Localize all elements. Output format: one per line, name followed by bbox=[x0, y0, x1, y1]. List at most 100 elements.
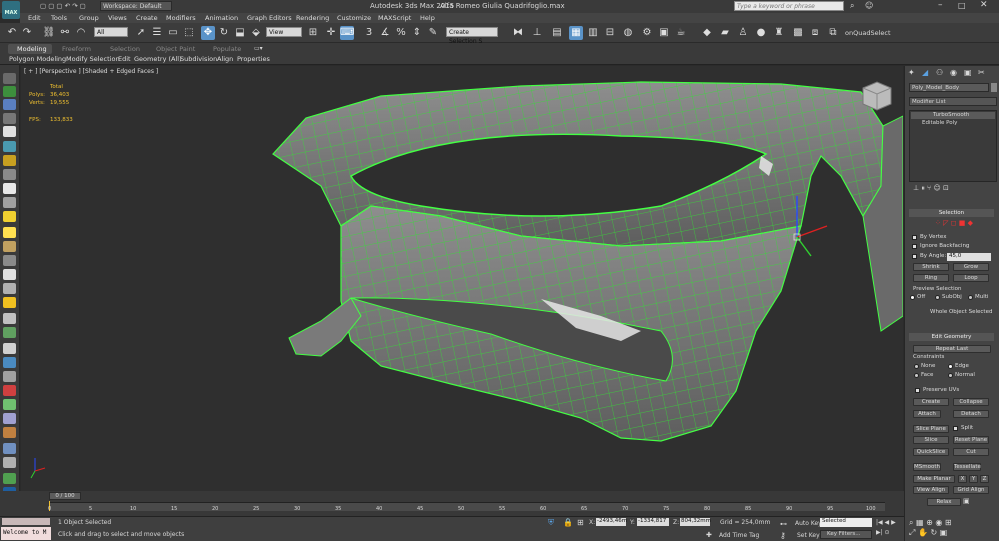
modify-panel-icon[interactable]: ◢ bbox=[922, 68, 928, 77]
menu-modifiers[interactable]: Modifiers bbox=[166, 14, 196, 22]
perspective-viewport[interactable]: [ + ] [Perspective ] [Shaded + Edged Fac… bbox=[21, 66, 903, 491]
tab-freeform[interactable]: Freeform bbox=[62, 45, 91, 53]
bind-space-warp-icon[interactable]: ◠ bbox=[74, 26, 88, 40]
tool-15-icon[interactable] bbox=[3, 269, 16, 280]
set-key-icon[interactable]: ⚷ bbox=[780, 531, 786, 540]
constraint-normal-radio[interactable] bbox=[948, 373, 953, 378]
tab-selection[interactable]: Selection bbox=[110, 45, 140, 53]
stack-item-editable-poly-label[interactable]: Editable Poly bbox=[922, 120, 957, 126]
sphere-icon[interactable]: ● bbox=[754, 26, 768, 40]
mirror-icon[interactable]: ⧓ bbox=[511, 26, 525, 40]
maxscript-mini[interactable] bbox=[2, 518, 50, 525]
menu-rendering[interactable]: Rendering bbox=[296, 14, 329, 22]
modifier-stack[interactable]: TurboSmooth Editable Poly bbox=[909, 110, 997, 182]
keyboard-shortcut-icon[interactable]: ⌨ bbox=[340, 26, 354, 40]
detach-button[interactable]: Detach bbox=[953, 410, 989, 418]
shrink-button[interactable]: Shrink bbox=[913, 263, 949, 271]
tool-1-icon[interactable] bbox=[3, 73, 16, 84]
menu-create[interactable]: Create bbox=[136, 14, 158, 22]
ignore-backfacing-checkbox[interactable] bbox=[912, 244, 917, 249]
maxscript-listener[interactable]: Welcome to M bbox=[1, 527, 51, 540]
key-filters-button[interactable]: Key Filters... bbox=[820, 530, 872, 539]
unlink-icon[interactable]: ⚯ bbox=[58, 26, 72, 40]
box-icon[interactable]: ▰ bbox=[718, 26, 732, 40]
tool-17-icon[interactable] bbox=[3, 297, 16, 308]
slice-button[interactable]: Slice bbox=[913, 436, 949, 444]
tool-16-icon[interactable] bbox=[3, 283, 16, 294]
rendered-frame-icon[interactable]: ▣ bbox=[657, 26, 671, 40]
ribbon-toggle-icon[interactable]: ▦ bbox=[569, 26, 583, 40]
tool-12-icon[interactable] bbox=[3, 227, 16, 238]
plugin-1-icon[interactable]: ▩ bbox=[791, 26, 805, 40]
user-icon[interactable]: ☺ bbox=[865, 1, 873, 10]
angle-snap-icon[interactable]: ∡ bbox=[378, 26, 392, 40]
key-mode-icon[interactable]: ⊷ bbox=[780, 520, 787, 528]
layer-explorer-icon[interactable]: ▤ bbox=[550, 26, 564, 40]
window-crossing-icon[interactable]: ⬚ bbox=[182, 26, 196, 40]
app-logo[interactable]: MAX bbox=[2, 1, 20, 19]
select-by-name-icon[interactable]: ☰ bbox=[150, 26, 164, 40]
subtab-polygon-modeling[interactable]: Polygon Modeling bbox=[9, 55, 66, 63]
menu-maxscript[interactable]: MAXScript bbox=[378, 14, 411, 22]
time-tag-icon[interactable]: ✚ bbox=[706, 531, 712, 539]
tool-28-icon[interactable] bbox=[3, 457, 16, 468]
planar-z-button[interactable]: Z bbox=[980, 475, 989, 483]
shirt-icon[interactable]: ♙ bbox=[736, 26, 750, 40]
time-slider[interactable]: 0 / 100 bbox=[49, 492, 81, 500]
by-angle-checkbox[interactable] bbox=[912, 254, 917, 259]
minimize-icon[interactable]: – bbox=[938, 0, 943, 10]
workspace-dropdown[interactable]: Workspace: Default bbox=[100, 1, 172, 11]
auto-key-button[interactable]: Auto Key bbox=[795, 520, 822, 527]
tessellate-button[interactable]: Tessellate bbox=[953, 463, 981, 471]
curve-editor-icon[interactable]: ▥ bbox=[586, 26, 600, 40]
subtab-properties[interactable]: Properties bbox=[237, 55, 270, 63]
constraint-edge-radio[interactable] bbox=[948, 364, 953, 369]
undo-icon[interactable]: ↶ bbox=[5, 26, 19, 40]
preview-subobj-radio[interactable] bbox=[935, 295, 940, 300]
planar-x-button[interactable]: X bbox=[958, 475, 967, 483]
select-and-place-icon[interactable]: ⬙ bbox=[249, 26, 263, 40]
x-coordinate-field[interactable]: -2493,46m bbox=[596, 518, 627, 526]
msmooth-button[interactable]: MSmooth bbox=[913, 463, 941, 471]
preview-multi-radio[interactable] bbox=[968, 295, 973, 300]
tool-19-icon[interactable] bbox=[3, 327, 16, 338]
tool-14-icon[interactable] bbox=[3, 255, 16, 266]
preserve-uvs-checkbox[interactable] bbox=[915, 388, 920, 393]
tool-11-icon[interactable] bbox=[3, 211, 16, 222]
tool-10-icon[interactable] bbox=[3, 197, 16, 208]
menu-help[interactable]: Help bbox=[420, 14, 435, 22]
tool-21-icon[interactable] bbox=[3, 357, 16, 368]
tool-9-icon[interactable] bbox=[3, 183, 16, 194]
menu-customize[interactable]: Customize bbox=[337, 14, 371, 22]
select-and-rotate-icon[interactable]: ↻ bbox=[217, 26, 231, 40]
manipulate-icon[interactable]: ✛ bbox=[324, 26, 338, 40]
subtab-modify-selection[interactable]: Modify Selection bbox=[66, 55, 120, 63]
add-time-tag-button[interactable]: Add Time Tag bbox=[719, 532, 759, 539]
edit-named-sets-icon[interactable]: ✎ bbox=[426, 26, 440, 40]
angle-input[interactable]: 45,0 bbox=[947, 253, 991, 261]
modifier-list-dropdown[interactable]: Modifier List bbox=[909, 97, 997, 106]
grid-align-button[interactable]: Grid Align bbox=[953, 486, 989, 494]
timeline[interactable]: 0 / 100 0 5 10 15 20 25 30 35 40 45 50 5… bbox=[0, 491, 904, 516]
tool-18-icon[interactable] bbox=[3, 313, 16, 324]
tool-27-icon[interactable] bbox=[3, 443, 16, 454]
make-planar-button[interactable]: Make Planar bbox=[913, 475, 955, 483]
relax-settings-icon[interactable]: ▣ bbox=[963, 497, 970, 505]
align-icon[interactable]: ⊥ bbox=[530, 26, 544, 40]
pivot-center-icon[interactable]: ⊞ bbox=[306, 26, 320, 40]
constraint-none-radio[interactable] bbox=[914, 364, 919, 369]
object-name-field[interactable]: Poly_Model_Body bbox=[909, 83, 989, 92]
ribbon-options-icon[interactable]: ▭▾ bbox=[254, 45, 263, 52]
tool-8-icon[interactable] bbox=[3, 169, 16, 180]
tool-20-icon[interactable] bbox=[3, 343, 16, 354]
teapot-icon[interactable]: ◆ bbox=[700, 26, 714, 40]
material-editor-icon[interactable]: ◍ bbox=[621, 26, 635, 40]
quadselect-label[interactable]: onQuadSelect bbox=[845, 29, 891, 37]
object-color-swatch[interactable] bbox=[991, 83, 997, 92]
ring-button[interactable]: Ring bbox=[913, 274, 949, 282]
menu-edit[interactable]: Edit bbox=[28, 14, 41, 22]
loop-button[interactable]: Loop bbox=[953, 274, 989, 282]
tab-modeling[interactable]: Modeling bbox=[17, 45, 47, 53]
select-object-icon[interactable]: ➚ bbox=[134, 26, 148, 40]
selection-rollout-header[interactable]: Selection bbox=[909, 209, 994, 217]
